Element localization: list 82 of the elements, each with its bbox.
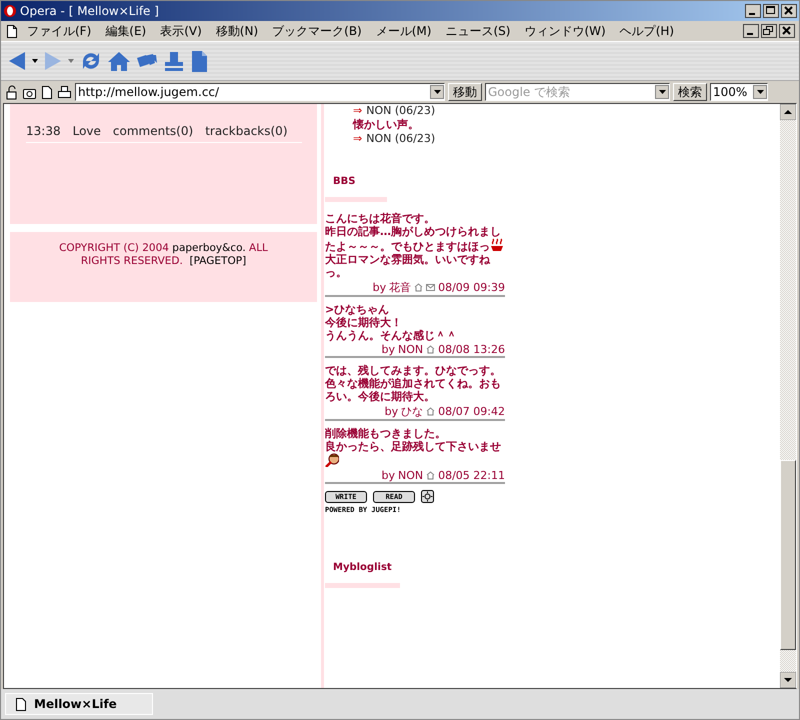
pagetop-link[interactable]: [PAGETOP]: [190, 255, 246, 267]
post-text: うんうん。そんな感じ＾＾: [325, 329, 458, 342]
by-label: by: [384, 405, 398, 418]
post-text: 今後に期待大！: [325, 316, 403, 329]
home-icon[interactable]: [426, 471, 436, 480]
post-author: 花音: [389, 280, 412, 295]
by-label: by: [372, 281, 386, 294]
dropdown-button[interactable]: [753, 85, 767, 99]
menu-item[interactable]: ブックマーク(B): [266, 22, 368, 40]
caret-icon[interactable]: [31, 57, 39, 65]
post-text: こんにちは花音です。: [325, 212, 436, 225]
caret-icon: [434, 90, 440, 94]
close-button[interactable]: [781, 4, 797, 18]
home-icon[interactable]: [414, 283, 424, 292]
post-date: 08/09 09:39: [438, 281, 505, 294]
comments-link[interactable]: comments(0): [106, 124, 200, 138]
menu-item[interactable]: ウィンドウ(W): [518, 22, 612, 40]
post-text: では、残してみます。ひなでっす。: [325, 364, 502, 377]
back-arrow-icon[interactable]: [7, 50, 27, 72]
home-icon[interactable]: [107, 50, 131, 72]
window-title: Opera - [ Mellow×Life ]: [20, 4, 160, 18]
print-icon[interactable]: [57, 84, 72, 100]
scroll-thumb[interactable]: [780, 460, 796, 650]
post-text: 良かったら、足跡残して下さいませ: [325, 440, 505, 468]
menu-item[interactable]: 移動(N): [210, 22, 264, 40]
address-field[interactable]: http://mellow.jugem.cc/: [75, 83, 445, 101]
dropdown-button[interactable]: [430, 85, 444, 99]
post-text: 大正ロマンな雰囲気。いいですねっ。: [325, 253, 492, 279]
zoom-select[interactable]: 100%: [710, 83, 768, 101]
scroll-down-button[interactable]: [780, 672, 796, 688]
page-tab[interactable]: Mellow×Life: [5, 693, 153, 715]
go-button[interactable]: 移動: [448, 83, 482, 101]
comment-author-link[interactable]: NON (06/23): [366, 132, 436, 146]
caret-icon: [756, 90, 764, 94]
post-author: NON: [398, 343, 424, 356]
document-icon: [14, 696, 28, 712]
post-author: ひな: [401, 404, 424, 419]
post-text: >ひなちゃん: [325, 303, 390, 316]
bookmark-cards-icon[interactable]: [135, 52, 159, 70]
trackbacks-link[interactable]: trackbacks(0): [199, 124, 294, 138]
menu-item[interactable]: ヘルプ(H): [614, 22, 680, 40]
category-link[interactable]: Love: [66, 124, 107, 138]
section-heading: Mybloglist: [325, 562, 400, 588]
minimize-button[interactable]: [743, 24, 759, 38]
document-icon: [5, 24, 19, 38]
opera-logo-icon: [3, 4, 17, 18]
menu-item[interactable]: 編集(E): [99, 22, 152, 40]
home-icon[interactable]: [426, 345, 436, 354]
post-date: 08/05 22:11: [438, 469, 505, 482]
maximize-button[interactable]: [763, 4, 779, 18]
by-label: by: [381, 469, 395, 482]
company-link[interactable]: paperboy&co.: [172, 242, 246, 254]
dropdown-button[interactable]: [655, 85, 669, 99]
home-icon[interactable]: [426, 407, 436, 416]
menu-item[interactable]: ファイル(F): [21, 22, 98, 40]
sun-icon[interactable]: [421, 490, 434, 503]
menu-item[interactable]: ニュース(S): [439, 22, 516, 40]
comment-author-link[interactable]: NON (06/23): [366, 104, 436, 118]
page-icon[interactable]: [40, 84, 54, 100]
search-button[interactable]: 検索: [673, 83, 707, 101]
padlock-icon[interactable]: [5, 84, 19, 100]
restore-button[interactable]: [761, 24, 777, 38]
post-time: 13:38: [25, 124, 62, 138]
post-date: 08/08 13:26: [438, 343, 505, 356]
menu-item[interactable]: メール(M): [370, 22, 438, 40]
mail-icon[interactable]: [426, 283, 436, 292]
by-label: by: [381, 343, 395, 356]
scroll-up-button[interactable]: [780, 104, 796, 120]
post-text: 削除機能もつきました。: [325, 427, 447, 440]
post-author: NON: [398, 469, 424, 482]
post-date: 08/07 09:42: [438, 405, 505, 418]
caret-icon: [658, 90, 666, 94]
arrow-glyph: ⇒: [353, 132, 362, 146]
comment-excerpt: 懐かしい声。: [353, 118, 419, 132]
close-button[interactable]: [779, 24, 795, 38]
post-text: 色々な機能が追加されてくね。おもろい。今後に期待大。: [325, 377, 502, 403]
arrow-glyph: ⇒: [353, 104, 362, 118]
menu-item[interactable]: 表示(V): [154, 22, 208, 40]
post-text: 昨日の記事…胸がしめつけられましたよ～～～。でもひとますはほっ: [325, 225, 505, 253]
copyright-text: COPYRIGHT (C) 2004 paperboy&co. ALL RIGHTS RESERVED. [PAGETOP]: [58, 242, 269, 268]
section-heading: BBS: [325, 176, 387, 202]
minimize-button[interactable]: [745, 4, 761, 18]
